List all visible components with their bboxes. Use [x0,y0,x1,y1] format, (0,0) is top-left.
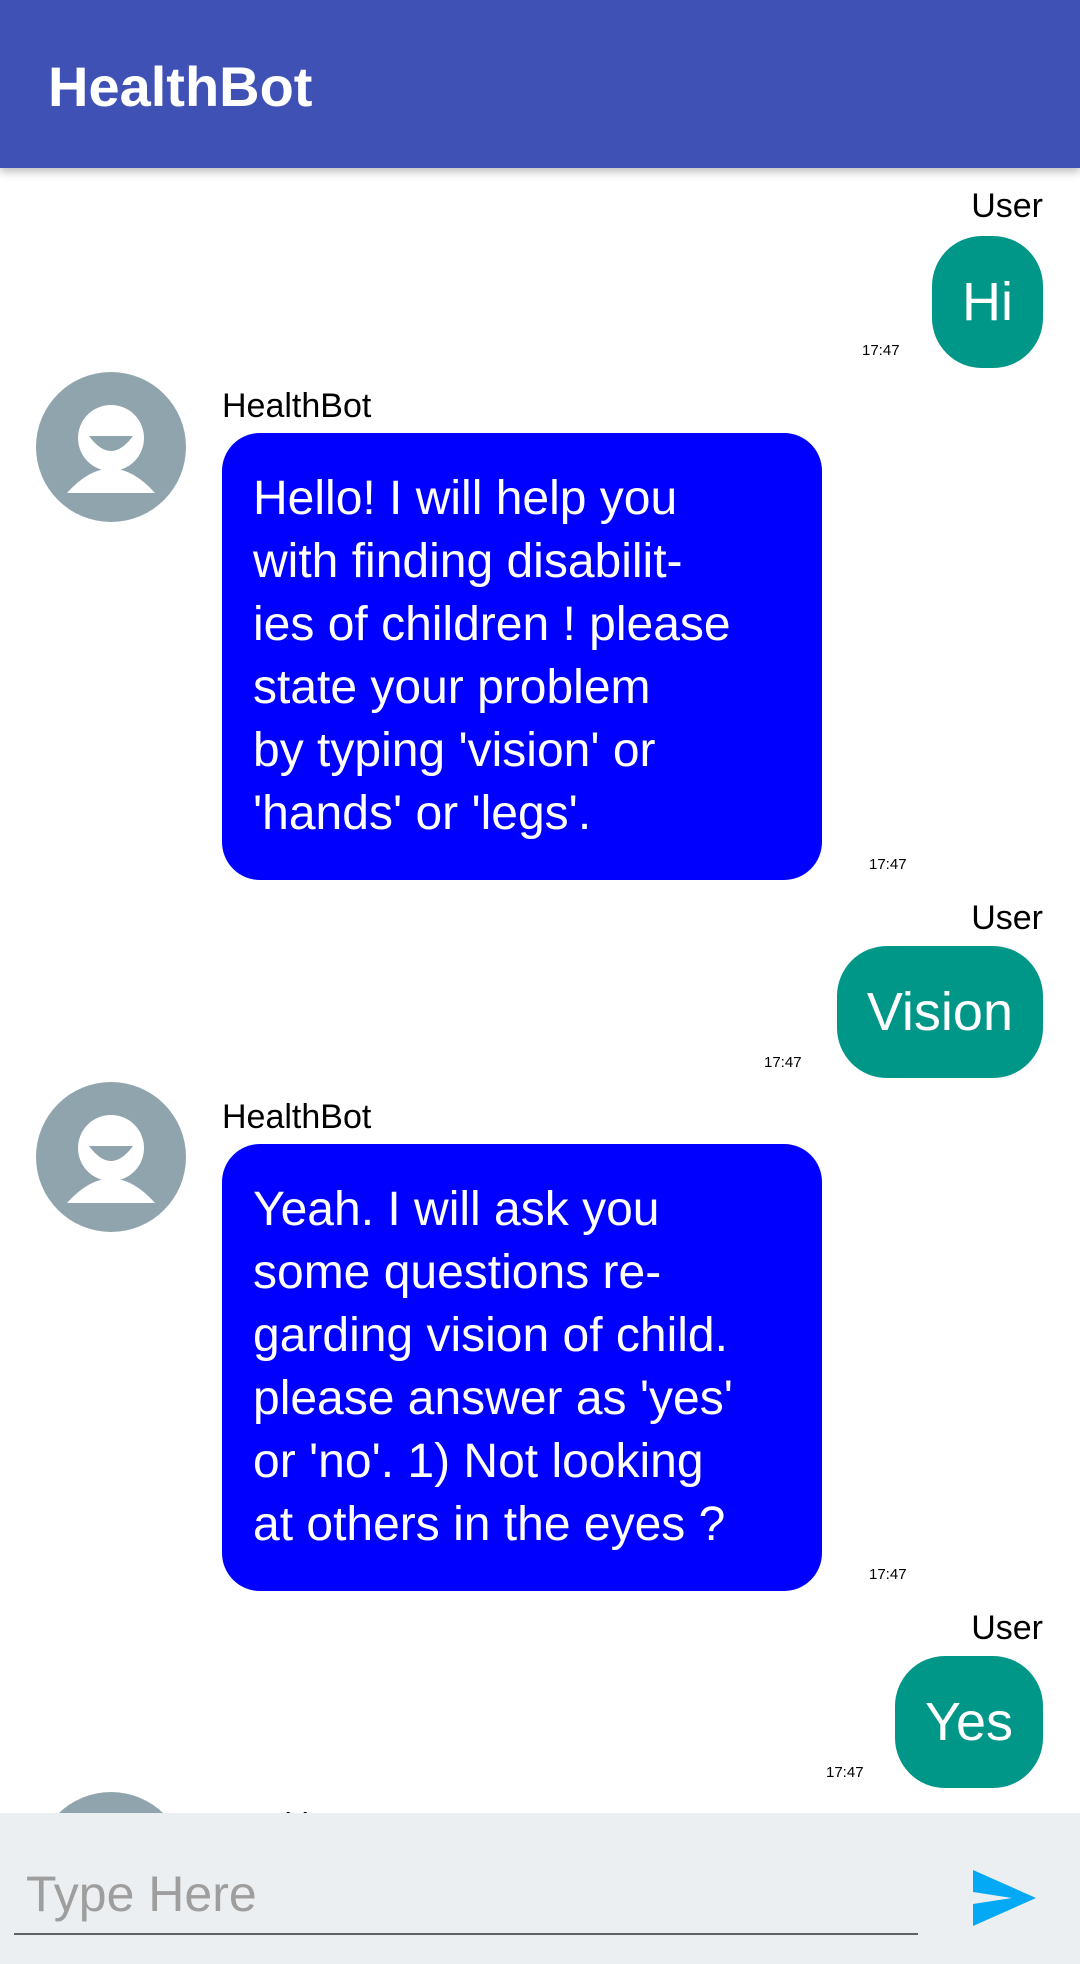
person-avatar-icon [36,372,186,522]
sender-label: User [971,899,1043,937]
message-time: 17:47 [826,1764,864,1781]
sender-label: User [971,187,1043,225]
app-bar: HealthBot [0,0,1080,168]
person-avatar-icon [36,1792,186,1813]
message-time: 17:47 [764,1054,802,1071]
sender-label: HealthBot [222,1806,371,1813]
user-message-bubble: Vision [836,946,1043,1078]
message-time: 17:47 [869,1566,907,1583]
sender-label: HealthBot [222,387,372,425]
sender-label: HealthBot [222,1098,372,1136]
send-icon[interactable] [970,1867,1040,1929]
message-time: 17:47 [862,342,900,359]
message-input[interactable] [14,1855,918,1935]
user-message-bubble: Hi [932,236,1043,368]
user-message-bubble: Yes [894,1656,1043,1788]
sender-label: User [971,1609,1043,1647]
chat-list[interactable]: User Hi 17:47 HealthBot Hello! I will he… [0,168,1080,1813]
person-avatar-icon [36,1082,186,1232]
bot-message-bubble: Yeah. I will ask you some questions re- … [222,1144,822,1591]
message-composer [0,1813,1080,1964]
bot-message-bubble: Hello! I will help you with finding disa… [222,433,822,880]
message-time: 17:47 [869,856,907,873]
app-title: HealthBot [48,55,313,118]
